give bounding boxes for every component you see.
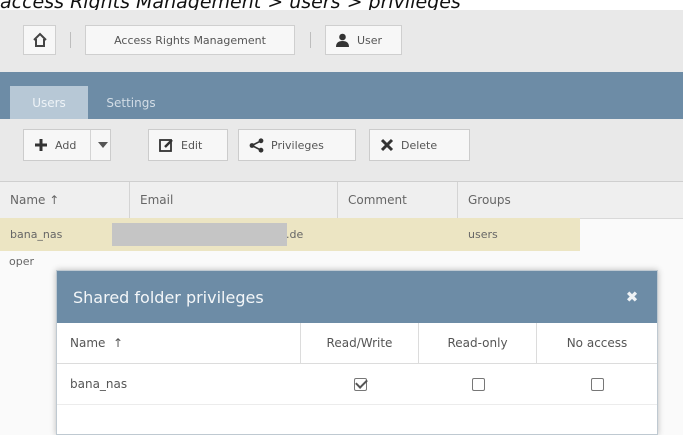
user-icon bbox=[336, 33, 349, 47]
delete-button[interactable]: Delete bbox=[369, 129, 470, 161]
dialog-table-header: Name ↑ Read/Write Read-only No access bbox=[57, 323, 657, 364]
column-header-groups[interactable]: Groups bbox=[458, 182, 580, 218]
plus-icon bbox=[35, 139, 47, 151]
close-icon bbox=[380, 138, 394, 152]
dialog-cell-read-only bbox=[419, 364, 537, 404]
breadcrumb-separator bbox=[70, 32, 71, 48]
edit-button[interactable]: Edit bbox=[148, 129, 228, 161]
dialog-cell-no-access bbox=[537, 364, 657, 404]
breadcrumb-user[interactable]: User bbox=[325, 25, 402, 55]
column-header-comment[interactable]: Comment bbox=[338, 182, 458, 218]
read-only-checkbox[interactable] bbox=[471, 377, 485, 391]
cell-name: oper bbox=[9, 254, 35, 268]
privileges-label: Privileges bbox=[271, 138, 324, 152]
tab-bar: Users Settings bbox=[0, 72, 683, 119]
breadcrumb-home[interactable] bbox=[23, 25, 56, 55]
dialog-column-read-write[interactable]: Read/Write bbox=[301, 323, 419, 363]
chevron-down-icon[interactable] bbox=[98, 142, 108, 148]
shared-folder-privileges-dialog: Shared folder privileges ✖ Name ↑ Read/W… bbox=[56, 270, 658, 435]
sort-indicator: ↑ bbox=[49, 193, 60, 207]
delete-label: Delete bbox=[401, 138, 438, 152]
breadcrumb-separator bbox=[310, 32, 311, 48]
add-label: Add bbox=[55, 138, 77, 152]
table-header: Name ↑ Email Comment Groups bbox=[0, 182, 683, 219]
breadcrumb-access-rights[interactable]: Access Rights Management bbox=[85, 25, 295, 55]
dialog-header: Shared folder privileges bbox=[57, 271, 657, 323]
dialog-cell-read-write bbox=[301, 364, 419, 404]
dialog-title: Shared folder privileges bbox=[73, 287, 264, 307]
table-row[interactable]: bana_nas .de users bbox=[0, 218, 580, 251]
cell-comment bbox=[338, 218, 458, 251]
column-header-email[interactable]: Email bbox=[130, 182, 338, 218]
add-button[interactable]: Add bbox=[23, 129, 111, 161]
add-split-divider bbox=[90, 130, 91, 160]
read-write-checkbox[interactable] bbox=[353, 377, 367, 391]
no-access-checkbox[interactable] bbox=[590, 377, 604, 391]
close-icon[interactable]: ✖ bbox=[623, 288, 641, 306]
edit-icon bbox=[159, 138, 173, 152]
cell-email: .de bbox=[286, 228, 304, 241]
redacted-email bbox=[112, 223, 287, 246]
sort-indicator: ↑ bbox=[113, 336, 124, 350]
tab-settings[interactable]: Settings bbox=[96, 86, 166, 119]
dialog-table-row: bana_nas bbox=[57, 364, 657, 405]
toolbar: Add Edit Privileges Delete bbox=[0, 119, 683, 182]
column-header-name[interactable]: Name ↑ bbox=[0, 182, 130, 218]
dialog-cell-name: bana_nas bbox=[70, 377, 128, 391]
dialog-column-name[interactable]: Name ↑ bbox=[57, 323, 301, 363]
home-icon bbox=[32, 32, 47, 47]
dialog-column-no-access[interactable]: No access bbox=[537, 323, 657, 363]
share-icon bbox=[249, 137, 264, 153]
cell-name: bana_nas bbox=[10, 228, 63, 241]
privileges-button[interactable]: Privileges bbox=[238, 129, 356, 161]
breadcrumb-user-label: User bbox=[357, 33, 383, 47]
breadcrumb-bar: Access Rights Management User bbox=[0, 10, 683, 72]
dialog-column-read-only[interactable]: Read-only bbox=[419, 323, 537, 363]
edit-label: Edit bbox=[181, 138, 203, 152]
cell-groups: users bbox=[468, 228, 498, 241]
tab-users[interactable]: Users bbox=[10, 86, 88, 119]
